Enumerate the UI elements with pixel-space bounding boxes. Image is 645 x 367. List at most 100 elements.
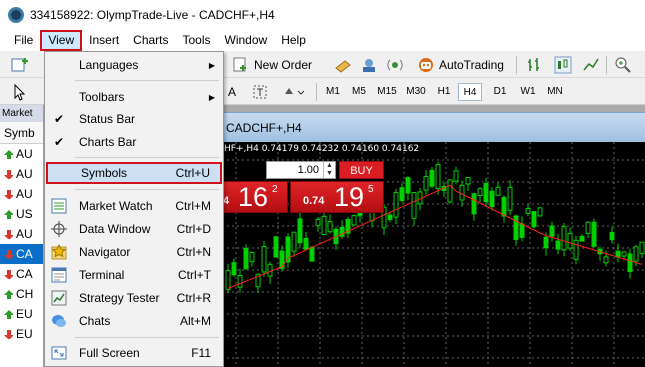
market-watch-row[interactable]: AU [0, 224, 43, 244]
candle-body [411, 192, 417, 219]
menu-item-terminal[interactable]: Terminal Ctrl+T [45, 264, 223, 286]
chart-ohlc-info: HF+,H4 0.74179 0.74232 0.74160 0.74162 [224, 144, 420, 154]
arrow-down-icon [4, 229, 13, 239]
label-tool-button[interactable] [252, 82, 268, 102]
strategy-tester-icon [51, 290, 67, 306]
menu-item-label: Chats [79, 314, 111, 328]
market-watch-symbol: CH [16, 287, 34, 301]
sell-price-fraction: 2 [272, 184, 278, 195]
timeframe-m30[interactable]: M30 [404, 83, 428, 101]
market-watch-symbol: AU [16, 187, 33, 201]
lot-spinner[interactable]: ▲ ▼ [323, 162, 335, 178]
menu-window[interactable]: Window [218, 30, 275, 51]
one-click-buy-button[interactable]: BUY [339, 161, 384, 179]
market-watch-row[interactable]: CA [0, 264, 43, 284]
menu-item-data-window[interactable]: Data Window Ctrl+D [45, 218, 223, 240]
menu-item-charts-bar[interactable]: ✔ Charts Bar [45, 131, 223, 153]
candle-body [621, 251, 627, 257]
full-screen-icon [51, 345, 67, 361]
market-watch-row[interactable]: AU [0, 184, 43, 204]
new-order-button[interactable]: New Order [232, 55, 312, 75]
symbol-column-header[interactable]: Symb [0, 122, 43, 144]
candle-body [321, 215, 327, 235]
candle-body [483, 183, 489, 203]
market-watch-row[interactable]: AU [0, 144, 43, 164]
timeframe-m5[interactable]: M5 [347, 83, 371, 101]
market-watch-row[interactable]: AU [0, 164, 43, 184]
candle-body [291, 231, 297, 252]
cursor-icon [14, 83, 26, 101]
menu-item-full-screen[interactable]: Full Screen F11 [45, 342, 223, 364]
price-chart[interactable]: HF+,H4 0.74179 0.74232 0.74160 0.74162 1… [222, 142, 645, 367]
menu-item-strategy-tester[interactable]: Strategy Tester Ctrl+R [45, 287, 223, 309]
menu-item-languages[interactable]: Languages ▶ [45, 54, 223, 76]
menu-insert[interactable]: Insert [82, 30, 126, 51]
arrow-up-icon [4, 309, 13, 319]
market-watch-symbol: CA [16, 267, 33, 281]
arrows-tool-button[interactable] [282, 82, 308, 102]
market-watch-row[interactable]: CA [0, 244, 43, 264]
market-watch-row[interactable]: EU [0, 304, 43, 324]
text-tool-button[interactable]: A [228, 82, 236, 102]
candle-body [609, 232, 615, 241]
menu-view[interactable]: View [40, 30, 83, 51]
timeframe-h4[interactable]: H4 [458, 83, 482, 101]
candle-body [531, 210, 537, 228]
candle-body [627, 253, 633, 272]
chart-window: CADCHF+,H4 HF+,H4 0.74179 0.74232 0.7416… [222, 105, 645, 367]
cursor-button[interactable] [12, 82, 26, 102]
menu-file[interactable]: File [0, 30, 40, 51]
menu-item-chats[interactable]: Chats Alt+M [45, 310, 223, 332]
candle-body [273, 236, 279, 258]
menu-tools[interactable]: Tools [176, 30, 218, 51]
candle-body [495, 186, 501, 196]
submenu-arrow-icon: ▶ [208, 60, 215, 70]
timeframe-m1[interactable]: M1 [321, 83, 345, 101]
market-watch-row[interactable]: EU [0, 324, 43, 344]
new-chart-button[interactable] [10, 55, 32, 75]
menu-item-shortcut: Ctrl+M [175, 199, 211, 213]
menu-help[interactable]: Help [274, 30, 313, 51]
line-chart-button[interactable] [582, 55, 600, 75]
arrow-down-icon [4, 189, 13, 199]
menu-item-status-bar[interactable]: ✔ Status Bar [45, 108, 223, 130]
sell-price-button[interactable]: 4 16 2 [222, 181, 288, 213]
autotrading-icon [419, 58, 433, 72]
candle-body [453, 170, 459, 182]
zoom-in-button[interactable] [614, 55, 632, 75]
title-bar: 334158922: OlympTrade-Live - CADCHF+,H4 [0, 0, 645, 30]
candle-body [279, 250, 285, 269]
timeframe-m15[interactable]: M15 [375, 83, 399, 101]
menu-item-toolbars[interactable]: Toolbars ▶ [45, 86, 223, 108]
buy-price-prefix: 0.74 [303, 195, 325, 207]
candle-body [549, 225, 555, 237]
autotrading-button[interactable]: AutoTrading [416, 55, 504, 75]
metaeditor-button[interactable] [334, 55, 352, 75]
menu-item-symbols[interactable]: Symbols Ctrl+U [46, 162, 222, 184]
metaeditor-icon [335, 60, 351, 73]
menu-item-market-watch[interactable]: Market Watch Ctrl+M [45, 195, 223, 217]
timeframe-h1[interactable]: H1 [432, 83, 456, 101]
timeframe-w1[interactable]: W1 [516, 83, 540, 101]
market-watch-row[interactable]: US [0, 204, 43, 224]
candlestick-button[interactable] [554, 55, 572, 75]
bar-chart-button[interactable] [526, 55, 544, 75]
candle-body [387, 214, 393, 220]
navigator-star-icon [51, 244, 67, 260]
menu-charts[interactable]: Charts [126, 30, 175, 51]
candle-body [405, 177, 411, 194]
market-watch-row[interactable]: CH [0, 284, 43, 304]
menu-item-navigator[interactable]: Navigator Ctrl+N [45, 241, 223, 263]
signals-button[interactable] [386, 55, 404, 75]
arrow-down-icon [4, 249, 13, 259]
candle-body [471, 193, 477, 215]
buy-price-button[interactable]: 0.74 19 5 [290, 181, 384, 213]
timeframe-d1[interactable]: D1 [488, 83, 512, 101]
market-button[interactable] [360, 55, 378, 75]
candle-body [477, 188, 483, 196]
candle-body [225, 270, 231, 291]
timeframe-mn[interactable]: MN [543, 83, 567, 101]
lot-size-field[interactable]: 1.00 ▲ ▼ [266, 161, 336, 179]
arrow-up-icon [4, 149, 13, 159]
candle-body [309, 246, 315, 262]
